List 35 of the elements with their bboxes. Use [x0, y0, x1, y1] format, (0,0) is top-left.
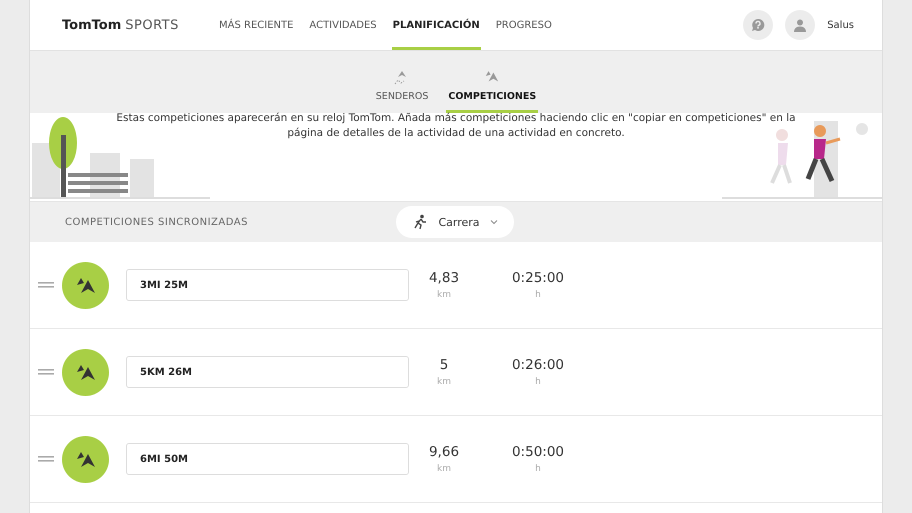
sport-dropdown[interactable]: Carrera: [396, 206, 514, 238]
distance-unit: km: [437, 290, 451, 300]
distance-unit: km: [437, 464, 451, 474]
sub-tab[interactable]: COMPETICIONES: [446, 51, 538, 113]
race-name-field[interactable]: 5KM 26M: [126, 356, 409, 388]
distance-value: 5: [440, 357, 448, 373]
help-button[interactable]: [743, 10, 774, 40]
product-name: SPORTS: [125, 18, 179, 32]
user-name[interactable]: Salus: [827, 20, 854, 30]
avatar[interactable]: [785, 10, 816, 40]
race-name-field[interactable]: 6MI 50M: [126, 443, 409, 475]
drag-handle-icon[interactable]: [38, 455, 54, 463]
time-value: 0:50:00: [512, 444, 564, 460]
time-value: 0:25:00: [512, 270, 564, 286]
nav-tab[interactable]: ACTIVIDADES: [308, 0, 378, 50]
time-unit: h: [535, 377, 541, 387]
distance-value: 9,66: [428, 444, 460, 460]
runner-icon: [412, 214, 428, 230]
distance-unit: km: [437, 377, 451, 387]
time-unit: h: [535, 290, 541, 300]
help-icon: [751, 18, 766, 32]
drag-handle-icon[interactable]: [38, 368, 54, 376]
race-name-field[interactable]: 3MI 25M: [126, 269, 409, 301]
section-title: COMPETICIONES SINCRONIZADAS: [65, 216, 248, 228]
chevron-down-icon: [490, 219, 498, 225]
intro-text: Estas competiciones aparecerán en su reloj TomTom. Añada más competiciones haciendo clic en "copiar en competiciones" en la página de detalles de la actividad de una actividad en concreto.: [115, 111, 797, 141]
sub-tab[interactable]: SENDEROS: [374, 51, 430, 113]
nav-tab[interactable]: PROGRESO: [494, 0, 553, 50]
user-icon: [793, 18, 808, 32]
time-value: 0:26:00: [512, 357, 564, 373]
distance-value: 4,83: [428, 270, 460, 286]
brand-name: TomTom: [62, 18, 122, 32]
time-unit: h: [535, 464, 541, 474]
nav-tab[interactable]: MÁS RECIENTE: [218, 0, 294, 50]
drag-handle-icon[interactable]: [38, 281, 54, 289]
